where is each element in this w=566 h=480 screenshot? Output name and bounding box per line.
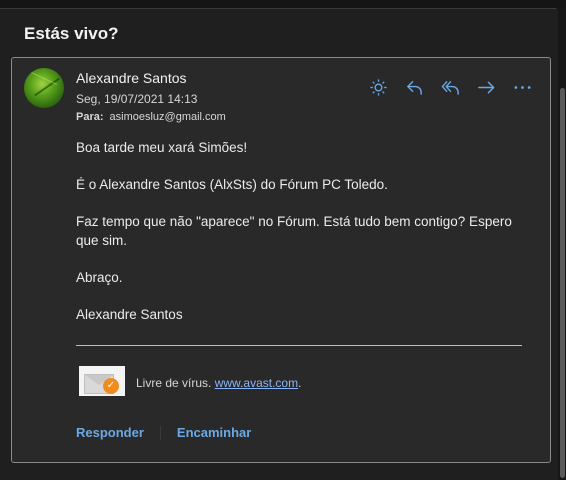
body-greeting: Boa tarde meu xará Simões! bbox=[76, 140, 248, 155]
virus-free-text: Livre de vírus. bbox=[136, 376, 212, 390]
brightness-icon[interactable] bbox=[369, 78, 388, 97]
check-badge-icon: ✓ bbox=[103, 378, 119, 394]
avatar[interactable] bbox=[24, 68, 64, 108]
body-intro: É o Alexandre Santos (AlxSts) do Fórum P… bbox=[76, 177, 388, 192]
to-label: Para: bbox=[76, 111, 104, 123]
message-body: Boa tarde meu xará Simões! É o Alexandre… bbox=[76, 138, 536, 342]
body-closing: Abraço. bbox=[76, 270, 123, 285]
signature-divider bbox=[76, 345, 522, 346]
scrollbar[interactable] bbox=[558, 8, 566, 480]
recipient-line: Para: asimoesluz@gmail.com bbox=[76, 111, 226, 123]
forward-button[interactable]: Encaminhar bbox=[177, 425, 251, 440]
reply-separator bbox=[159, 425, 161, 440]
message-date: Seg, 19/07/2021 14:13 bbox=[76, 92, 198, 106]
scroll-thumb[interactable] bbox=[560, 88, 565, 478]
reply-bar: Responder Encaminhar bbox=[76, 425, 251, 440]
more-icon[interactable] bbox=[513, 78, 532, 97]
top-divider bbox=[0, 8, 556, 9]
virus-free-suffix: . bbox=[298, 376, 302, 390]
message-card: Alexandre Santos Seg, 19/07/2021 14:13 P… bbox=[11, 57, 551, 463]
avast-logo[interactable]: ✓ bbox=[79, 366, 125, 396]
message-actions bbox=[369, 78, 532, 97]
window-top-edge bbox=[0, 0, 566, 8]
reply-icon[interactable] bbox=[405, 78, 424, 97]
virus-free-note: Livre de vírus. www.avast.com. bbox=[136, 376, 301, 390]
body-signature: Alexandre Santos bbox=[76, 307, 183, 322]
recipient-email[interactable]: asimoesluz@gmail.com bbox=[110, 111, 226, 123]
avast-link[interactable]: www.avast.com bbox=[215, 376, 298, 390]
reply-all-icon[interactable] bbox=[441, 78, 460, 97]
forward-icon[interactable] bbox=[477, 78, 496, 97]
reply-button[interactable]: Responder bbox=[76, 425, 144, 440]
body-question: Faz tempo que não "aparece" no Fórum. Es… bbox=[76, 214, 512, 248]
sender-name[interactable]: Alexandre Santos bbox=[76, 70, 187, 86]
subject-title: Estás vivo? bbox=[24, 24, 119, 43]
